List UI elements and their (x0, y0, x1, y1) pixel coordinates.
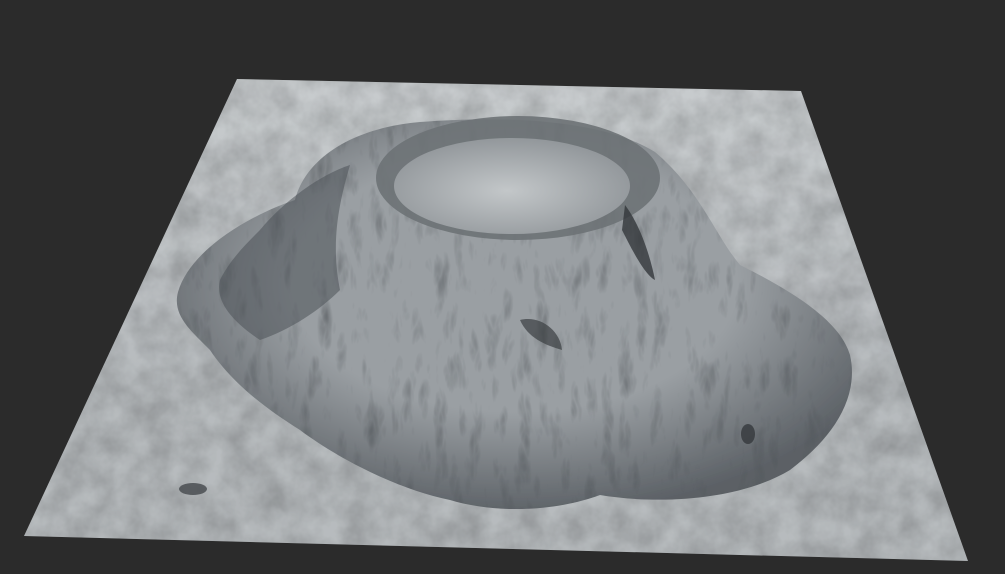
pit-southwest (179, 483, 207, 495)
terrain-render (24, 79, 968, 561)
3d-viewport[interactable] (0, 0, 1005, 574)
crater-floor (394, 138, 630, 234)
pit-east (741, 424, 755, 444)
